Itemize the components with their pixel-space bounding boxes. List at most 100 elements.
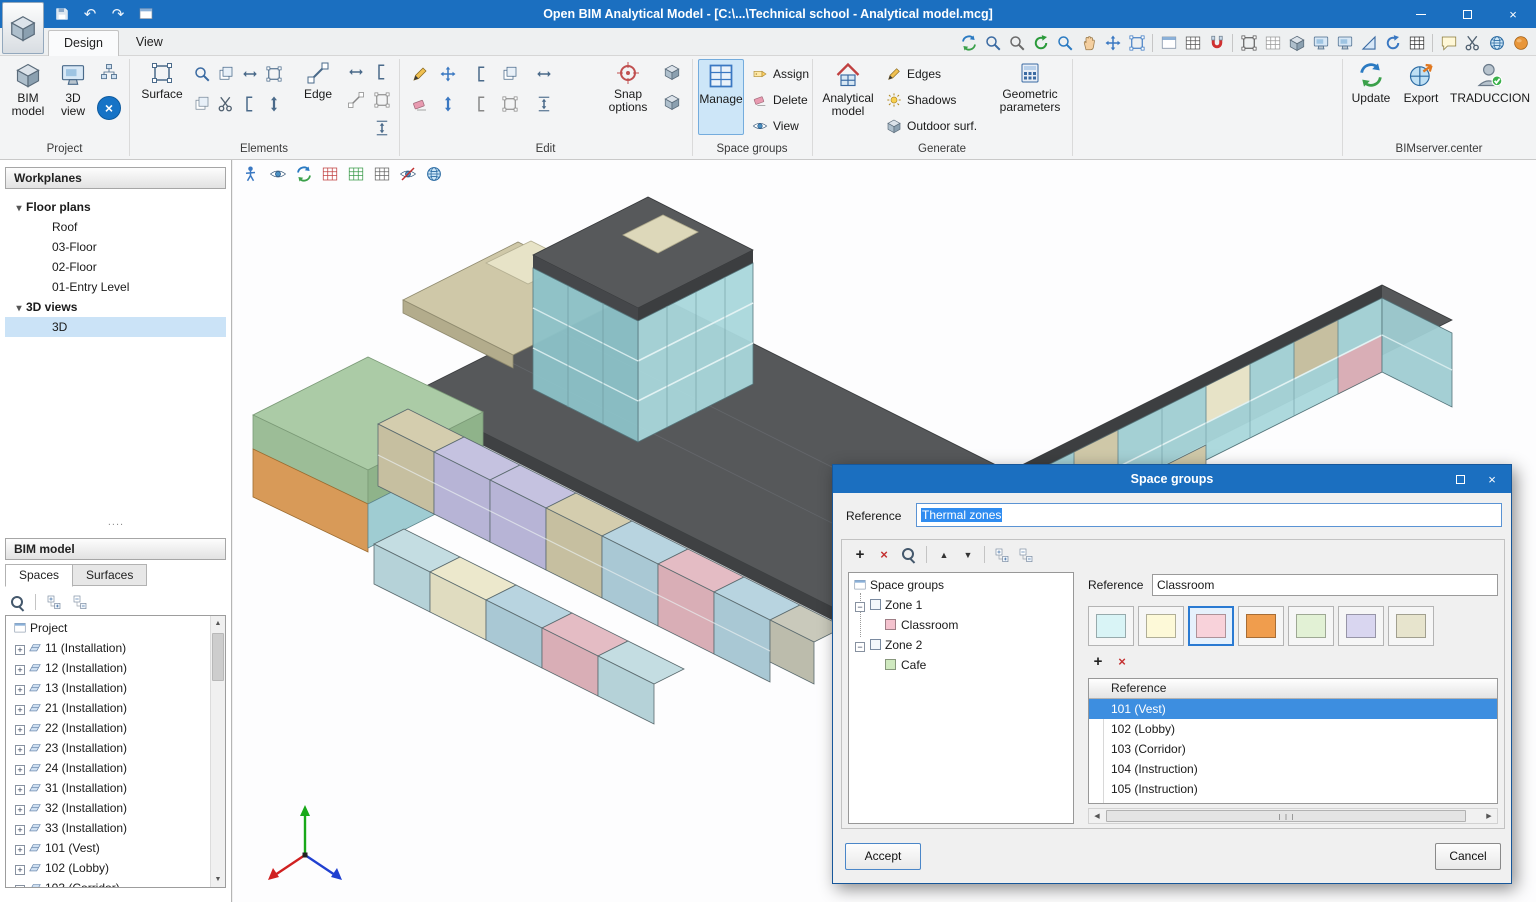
tree-zone[interactable]: −Zone 1 bbox=[849, 595, 1073, 615]
remove-space-button[interactable]: × bbox=[1112, 652, 1132, 671]
view-spacegroups-button[interactable]: View bbox=[752, 116, 799, 136]
shadows-button[interactable]: Shadows bbox=[886, 90, 956, 110]
scroll-up-icon[interactable]: ▲ bbox=[211, 616, 225, 631]
snap-magnet-icon[interactable] bbox=[1205, 31, 1228, 54]
bim-item[interactable]: +33 (Installation) bbox=[7, 818, 209, 838]
walk-icon[interactable] bbox=[241, 164, 263, 184]
expand-tree-icon[interactable] bbox=[46, 594, 62, 610]
table-row[interactable]: 102 (Lobby) bbox=[1089, 719, 1497, 739]
color-swatch-button[interactable] bbox=[1088, 606, 1134, 646]
bim-item[interactable]: +24 (Installation) bbox=[7, 758, 209, 778]
box-select-icon[interactable] bbox=[500, 94, 520, 114]
dialog-close-button[interactable]: × bbox=[1475, 465, 1509, 493]
move-down-button[interactable]: ▼ bbox=[958, 545, 978, 564]
mirror-surface-icon[interactable] bbox=[264, 94, 284, 114]
offset-surface-icon[interactable] bbox=[192, 94, 212, 114]
bim-item[interactable]: +13 (Installation) bbox=[7, 678, 209, 698]
snap-options-button[interactable]: Snap options bbox=[600, 59, 656, 114]
divide-edge-icon[interactable] bbox=[372, 118, 392, 138]
close-model-button[interactable]: × bbox=[97, 96, 121, 120]
workplane-item-01-entry-level[interactable]: 01-Entry Level bbox=[5, 277, 226, 297]
bim-item[interactable]: +102 (Lobby) bbox=[7, 858, 209, 878]
delete-group-button[interactable]: × bbox=[874, 545, 894, 564]
erase-icon[interactable] bbox=[410, 94, 430, 114]
detail-reference-input[interactable] bbox=[1152, 574, 1498, 596]
corner-icon[interactable] bbox=[372, 62, 392, 82]
table-icon[interactable] bbox=[1405, 31, 1428, 54]
collapse-icon[interactable]: − bbox=[855, 642, 865, 652]
zoom-in-icon[interactable] bbox=[1053, 31, 1076, 54]
expand-icon[interactable]: + bbox=[15, 665, 25, 675]
vertical-scrollbar[interactable]: ▲ ▼ bbox=[210, 616, 225, 887]
tree-space[interactable]: Cafe bbox=[849, 655, 1073, 675]
add-space-button[interactable]: + bbox=[1088, 652, 1108, 671]
bim-model-button[interactable]: BIM model bbox=[6, 59, 50, 118]
edge-align-icon[interactable] bbox=[346, 62, 366, 82]
expand-icon[interactable]: + bbox=[15, 825, 25, 835]
bim-root-project[interactable]: Project bbox=[7, 618, 209, 638]
workplane-item-3d[interactable]: 3D bbox=[5, 317, 226, 337]
workplane-item-02-floor[interactable]: 02-Floor bbox=[5, 257, 226, 277]
height-icon[interactable] bbox=[534, 94, 554, 114]
undo-button[interactable]: ↶ bbox=[80, 4, 100, 24]
copy-icon[interactable] bbox=[500, 64, 520, 84]
table-row[interactable]: 104 (Instruction) bbox=[1089, 759, 1497, 779]
setsquare-icon[interactable] bbox=[1357, 31, 1380, 54]
fullscreen-icon[interactable] bbox=[1125, 31, 1148, 54]
maximize-button[interactable] bbox=[1444, 0, 1490, 28]
tree-space[interactable]: Classroom bbox=[849, 615, 1073, 635]
app-menu-button[interactable] bbox=[2, 2, 44, 54]
tab-spaces[interactable]: Spaces bbox=[5, 564, 73, 587]
close-button[interactable]: × bbox=[1490, 0, 1536, 28]
snap-box-icon[interactable] bbox=[662, 92, 682, 112]
expand-icon[interactable]: + bbox=[15, 885, 25, 888]
dialog-maximize-button[interactable] bbox=[1443, 465, 1477, 493]
bim-item[interactable]: +31 (Installation) bbox=[7, 778, 209, 798]
redo-button[interactable]: ↷ bbox=[108, 4, 128, 24]
bim-item[interactable]: +23 (Installation) bbox=[7, 738, 209, 758]
table-row[interactable]: 103 (Corridor) bbox=[1089, 739, 1497, 759]
scroll-right-icon[interactable]: ▶ bbox=[1481, 809, 1497, 823]
dialog-titlebar[interactable]: Space groups × bbox=[833, 465, 1511, 493]
hierarchy-button[interactable] bbox=[99, 62, 119, 82]
edges-button[interactable]: Edges bbox=[886, 64, 941, 84]
move-icon[interactable] bbox=[438, 64, 458, 84]
render-sphere-icon[interactable] bbox=[1509, 31, 1532, 54]
visibility-icon[interactable] bbox=[267, 164, 289, 184]
workplane-item-roof[interactable]: Roof bbox=[5, 217, 226, 237]
scroll-down-icon[interactable]: ▼ bbox=[211, 872, 225, 887]
tree-zone[interactable]: −Zone 2 bbox=[849, 635, 1073, 655]
tab-surfaces[interactable]: Surfaces bbox=[72, 564, 147, 586]
sphere-view-icon[interactable] bbox=[423, 164, 445, 184]
panel-splitter[interactable]: .... bbox=[0, 516, 232, 528]
join-icon[interactable] bbox=[472, 94, 492, 114]
frame-icon[interactable] bbox=[1237, 31, 1260, 54]
hide-icon[interactable] bbox=[397, 164, 419, 184]
split-surface-icon[interactable] bbox=[240, 94, 260, 114]
comment-icon[interactable] bbox=[1437, 31, 1460, 54]
tab-design[interactable]: Design bbox=[48, 30, 119, 56]
expand-icon[interactable]: + bbox=[15, 785, 25, 795]
update-button[interactable]: Update bbox=[1348, 59, 1394, 105]
cut-icon[interactable] bbox=[1461, 31, 1484, 54]
zones-visibility-icon[interactable] bbox=[345, 164, 367, 184]
manage-button[interactable]: Manage bbox=[698, 59, 744, 135]
workplanes-group-3d-views[interactable]: ▾3D views bbox=[5, 297, 226, 317]
expand-icon[interactable]: + bbox=[15, 765, 25, 775]
search-group-button[interactable] bbox=[898, 545, 918, 564]
snap-3d-icon[interactable] bbox=[662, 62, 682, 82]
assign-button[interactable]: Assign bbox=[752, 64, 809, 84]
pattern-icon[interactable] bbox=[1181, 31, 1204, 54]
web-icon[interactable] bbox=[1485, 31, 1508, 54]
redraw-icon[interactable] bbox=[1029, 31, 1052, 54]
table-row-selected[interactable]: 101 (Vest) bbox=[1089, 699, 1497, 719]
bim-item[interactable]: +22 (Installation) bbox=[7, 718, 209, 738]
add-group-button[interactable]: + bbox=[850, 545, 870, 564]
expand-icon[interactable]: + bbox=[15, 705, 25, 715]
resize-surface-icon[interactable] bbox=[240, 64, 260, 84]
collapse-tree-icon[interactable] bbox=[72, 594, 88, 610]
color-swatch-button[interactable] bbox=[1288, 606, 1334, 646]
scroll-left-icon[interactable]: ◀ bbox=[1089, 809, 1105, 823]
divide-icon[interactable] bbox=[472, 64, 492, 84]
expand-icon[interactable]: + bbox=[15, 685, 25, 695]
